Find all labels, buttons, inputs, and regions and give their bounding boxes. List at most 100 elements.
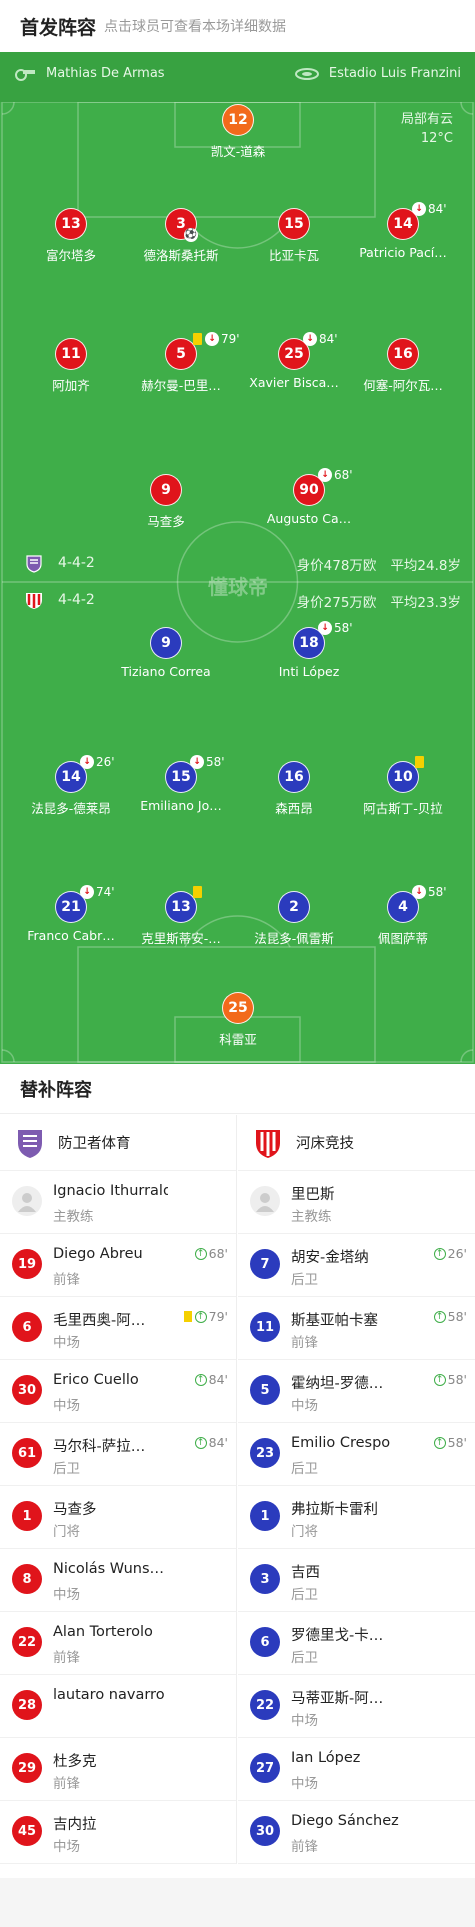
sub-in-marker: ↑ 68' [194,1246,228,1261]
match-info-bar: Mathias De Armas Estadio Luis Franzini [0,52,475,102]
home-player[interactable]: 25 ↓ 84' Xavier Bisca… [234,332,354,390]
referee: Mathias De Armas [14,66,165,81]
sub-out-icon: ↓ [205,332,219,346]
sub-minute: 58' [334,621,353,635]
player-name: 克里斯蒂安-… [141,931,221,946]
sub-minute: 74' [96,885,115,899]
player-name: 吉西 [291,1565,320,1581]
player-number: 28 [12,1690,42,1720]
player-name: Diego Abreu [53,1246,143,1262]
sub-minute: 84' [208,1435,228,1450]
away-substitutes: 河床竞技 里巴斯 主教练 7 胡安-金塔纳 后卫 ↑ 26' 11 斯基亚帕卡塞 … [238,1115,475,1864]
home-player-goalkeeper[interactable]: 12 凯文-道森 [178,104,298,160]
away-player[interactable]: 15 ↓ 58' Emiliano Jo… [121,755,241,813]
substitute-row[interactable]: 28 lautaro navarro [0,1675,236,1738]
sub-in-icon: ↑ [194,1310,207,1323]
away-player[interactable]: 10 阿古斯丁-贝拉 [343,756,463,817]
player-number: 3 ⚽ [165,208,198,242]
home-player[interactable]: 5 ↓ 79' 赫尔曼-巴里… [121,332,241,394]
player-name: 德洛斯桑托斯 [143,248,219,263]
substitute-row[interactable]: 7 胡安-金塔纳 后卫 ↑ 26' [238,1234,475,1297]
player-name: 斯基亚帕卡塞 [291,1313,378,1329]
sub-out-icon: ↓ [412,202,426,216]
substitute-row[interactable]: 27 Ian López 中场 [238,1738,475,1801]
player-number: 13 [55,208,87,240]
substitute-row[interactable]: 45 吉内拉 中场 [0,1801,236,1864]
home-player[interactable]: 90 ↓ 68' Augusto Ca… [249,468,369,526]
sub-minute: 68' [208,1246,228,1261]
substitute-row[interactable]: 3 吉西 后卫 [238,1549,475,1612]
home-player[interactable]: 16 何塞-阿尔瓦… [343,338,463,394]
away-player[interactable]: 16 森西昂 [234,761,354,817]
yellow-card-icon [183,1311,192,1322]
away-player[interactable]: 4 ↓ 58' 佩图萨蒂 [343,885,463,947]
away-player[interactable]: 13 克里斯蒂安-… [121,886,241,947]
substitute-row[interactable]: 6 毛里西奥-阿… 中场 ↑ 79' [0,1297,236,1360]
player-number: 5 [250,1375,280,1405]
player-name: Ian López [291,1750,361,1766]
player-number: 22 [250,1690,280,1720]
player-name: 富尔塔多 [45,248,96,263]
home-player[interactable]: 15 比亚卡瓦 [234,208,354,264]
player-name: 阿古斯丁-贝拉 [363,801,443,816]
substitution-marker: ↓ 58' [318,621,353,635]
home-player[interactable]: 13 富尔塔多 [11,208,131,264]
player-name: Patricio Pací… [359,245,447,260]
substitute-row[interactable]: 30 Erico Cuello 中场 ↑ 84' [0,1360,236,1423]
away-player[interactable]: 21 ↓ 74' Franco Cabr… [11,885,131,943]
player-position: 前锋 [53,1650,80,1666]
substitute-row[interactable]: 1 弗拉斯卡雷利 门将 [238,1486,475,1549]
player-name: Emilio Crespo [291,1435,391,1451]
away-player[interactable]: 9 Tiziano Correa [106,627,226,679]
player-name: Franco Cabr… [27,928,115,943]
sub-out-icon: ↓ [80,885,94,899]
home-player[interactable]: 14 ↓ 84' Patricio Pací… [343,202,463,260]
home-player[interactable]: 3 ⚽ 德洛斯桑托斯 [121,208,241,264]
player-number: 12 [222,104,254,136]
player-position: 门将 [53,1524,80,1540]
substitute-row[interactable]: 11 斯基亚帕卡塞 前锋 ↑ 58' [238,1297,475,1360]
away-player[interactable]: 14 ↓ 26' 法昆多-德莱昂 [11,755,131,817]
away-player[interactable]: 18 ↓ 58' Inti López [249,621,369,679]
sub-out-icon: ↓ [80,755,94,769]
stadium-icon [294,67,319,80]
away-coach[interactable]: 里巴斯 主教练 [238,1171,475,1234]
player-name: 佩图萨蒂 [377,931,428,946]
away-team-name: 河床竞技 [296,1136,354,1152]
substitute-row[interactable]: 29 杜多克 前锋 [0,1738,236,1801]
sub-minute: 58' [447,1435,467,1450]
player-number: 19 [12,1249,42,1279]
substitute-row[interactable]: 23 Emilio Crespo 后卫 ↑ 58' [238,1423,475,1486]
substitute-row[interactable]: 19 Diego Abreu 前锋 ↑ 68' [0,1234,236,1297]
player-number: 9 [150,627,182,659]
substitute-row[interactable]: 30 Diego Sánchez 前锋 [238,1801,475,1864]
player-position: 中场 [53,1398,80,1414]
home-player[interactable]: 11 阿加齐 [11,338,131,394]
goal-ball-icon: ⚽ [184,228,198,242]
substitute-row[interactable]: 61 马尔科-萨拉… 后卫 ↑ 84' [0,1423,236,1486]
substitution-marker: ↓ 58' [190,755,225,769]
substitute-row[interactable]: 5 霍纳坦-罗德… 中场 ↑ 58' [238,1360,475,1423]
away-team-header[interactable]: 河床竞技 [238,1115,475,1171]
player-name: Alan Torterolo [53,1624,153,1640]
away-player[interactable]: 2 法昆多-佩雷斯 [234,891,354,947]
substitute-row[interactable]: 22 马蒂亚斯-阿… 中场 [238,1675,475,1738]
player-name: 胡安-金塔纳 [291,1250,369,1266]
home-team-header[interactable]: 防卫者体育 [0,1115,236,1171]
substitute-row[interactable]: 8 Nicolás Wuns… 中场 [0,1549,236,1612]
player-position: 中场 [291,1713,318,1729]
substitutes-section: 替补阵容 防卫者体育 Ignacio Ithurralde 主教练 19 Die… [0,1064,475,1927]
away-player-goalkeeper[interactable]: 25 科雷亚 [178,992,298,1048]
player-position: 后卫 [291,1650,318,1666]
substitute-row[interactable]: 6 罗德里戈-卡… 后卫 [238,1612,475,1675]
weather-condition: 局部有云 [400,112,453,127]
sub-minute: 26' [447,1246,467,1261]
home-player[interactable]: 9 马查多 [106,474,226,530]
home-coach[interactable]: Ignacio Ithurralde 主教练 [0,1171,236,1234]
player-name: Augusto Ca… [266,511,352,526]
player-name: 凯文-道森 [210,144,266,159]
substitute-row[interactable]: 22 Alan Torterolo 前锋 [0,1612,236,1675]
substitute-row[interactable]: 1 马查多 门将 [0,1486,236,1549]
weather: 局部有云 12°C [401,110,453,148]
sub-in-icon: ↑ [194,1247,207,1260]
